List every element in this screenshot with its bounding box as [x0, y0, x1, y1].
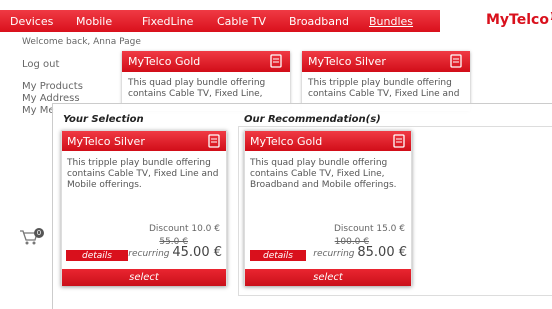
recurring-price: recurring 45.00 € [128, 245, 222, 260]
cart-count-badge: 0 [34, 228, 44, 238]
bundle-overlay: Your Selection MyTelco Silver This tripp… [52, 103, 552, 309]
recommendation-heading: Our Recommendation(s) [244, 114, 381, 125]
product-tile-header: MyTelco Silver [302, 51, 470, 72]
price-amount: 45.00 € [172, 245, 222, 260]
welcome-message: Welcome back, Anna Page [22, 37, 141, 47]
product-tile-description: This tripple play bundle offering contai… [308, 78, 460, 99]
product-tile-title: MyTelco Silver [308, 55, 386, 68]
card-title: MyTelco Gold [250, 134, 323, 148]
product-tile-description: This quad play bundle offering contains … [128, 78, 266, 99]
contract-icon [270, 54, 282, 68]
price-amount: 85.00 € [357, 245, 407, 260]
sidebar-item-more[interactable]: My Me [22, 105, 55, 116]
nav-cable-tv[interactable]: Cable TV [207, 15, 279, 28]
logo-text: MyTelco [486, 12, 549, 28]
contract-icon [450, 54, 462, 68]
card-header: MyTelco Silver [62, 131, 226, 151]
selection-heading: Your Selection [63, 114, 144, 125]
nav-fixedline[interactable]: FixedLine [132, 15, 207, 28]
card-title: MyTelco Silver [67, 134, 145, 148]
contract-icon [393, 134, 405, 148]
select-button[interactable]: select [245, 269, 411, 286]
main-nav: Devices Mobile FixedLine Cable TV Broadb… [0, 10, 440, 32]
page: Devices Mobile FixedLine Cable TV Broadb… [0, 0, 552, 309]
nav-broadband[interactable]: Broadband [279, 15, 359, 28]
product-tile-header: MyTelco Gold [122, 51, 290, 72]
card-header: MyTelco Gold [245, 131, 411, 151]
recurring-label: recurring [313, 249, 355, 259]
details-button[interactable]: details [66, 250, 128, 261]
product-tile-silver[interactable]: MyTelco Silver This tripple play bundle … [302, 51, 470, 111]
discount-label: Discount 15.0 € [334, 224, 405, 234]
select-button[interactable]: select [62, 269, 226, 286]
nav-bundles[interactable]: Bundles [359, 15, 429, 28]
discount-label: Discount 10.0 € [149, 224, 220, 234]
recurring-label: recurring [128, 249, 170, 259]
selected-bundle-card: MyTelco Silver This tripple play bundle … [61, 130, 227, 286]
recommended-bundle-card: MyTelco Gold This quad play bundle offer… [244, 130, 412, 286]
product-tile-gold[interactable]: MyTelco Gold This quad play bundle offer… [122, 51, 290, 111]
card-description: This tripple play bundle offering contai… [67, 158, 219, 190]
recurring-price: recurring 85.00 € [313, 245, 407, 260]
details-button[interactable]: details [250, 250, 306, 261]
contract-icon [208, 134, 220, 148]
brand-logo: MyTelco))) [486, 12, 552, 28]
nav-devices[interactable]: Devices [0, 15, 66, 28]
card-description: This quad play bundle offering contains … [250, 158, 397, 190]
logout-link[interactable]: Log out [22, 59, 59, 70]
nav-mobile[interactable]: Mobile [66, 15, 132, 28]
product-tile-title: MyTelco Gold [128, 55, 201, 68]
sidebar-item-products[interactable]: My Products [22, 81, 83, 92]
